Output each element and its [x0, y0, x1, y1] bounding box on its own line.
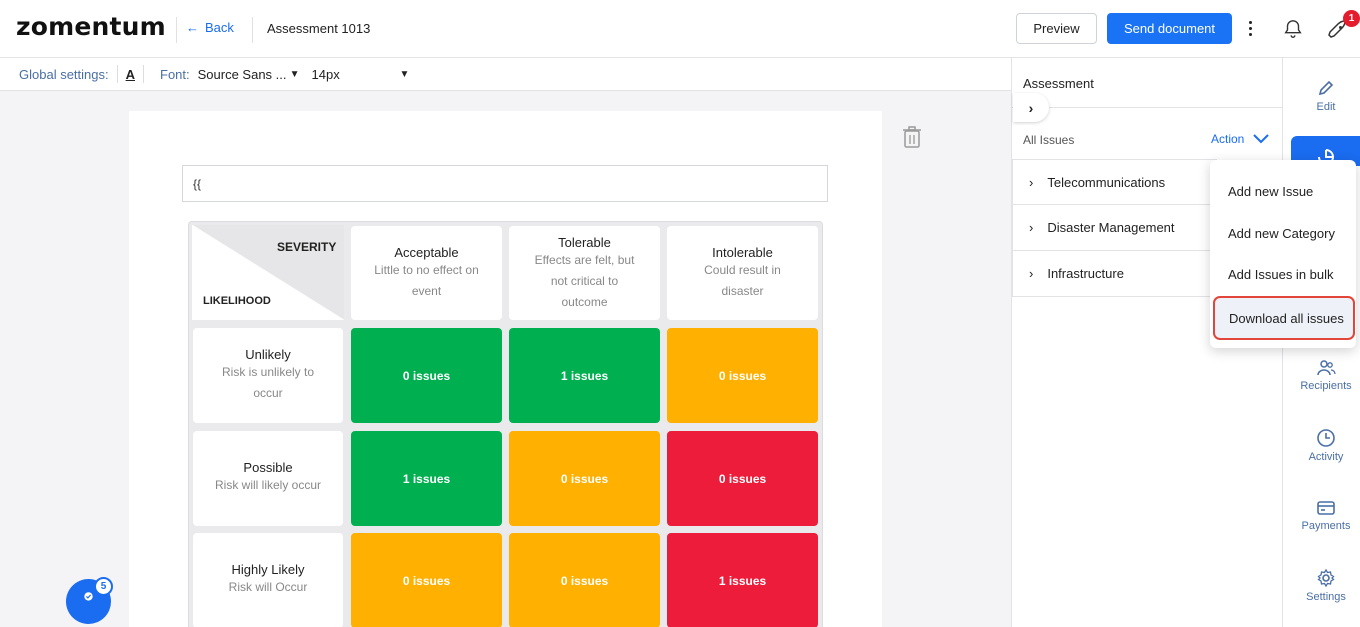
category-item[interactable]: › Infrastructure: [1012, 251, 1217, 297]
preview-button[interactable]: Preview: [1016, 13, 1097, 44]
action-dropdown[interactable]: Action: [1211, 132, 1270, 146]
chevron-down-icon[interactable]: ▼: [400, 69, 410, 80]
column-title: Tolerable: [558, 235, 611, 250]
font-family-select[interactable]: Source Sans ...: [198, 67, 290, 82]
nav-activity[interactable]: Activity: [1287, 428, 1360, 463]
send-document-button[interactable]: Send document: [1107, 13, 1232, 44]
chat-count-badge: 5: [94, 577, 113, 596]
matrix-cell[interactable]: 0 issues: [667, 328, 818, 423]
chevron-down-icon[interactable]: ▼: [290, 69, 300, 80]
menu-item-add-issue[interactable]: Add new Issue: [1228, 184, 1313, 199]
column-title: Intolerable: [712, 245, 773, 260]
bell-icon[interactable]: [1282, 18, 1304, 40]
template-text-input[interactable]: {{: [182, 165, 828, 202]
chevron-down-icon: [1253, 134, 1270, 144]
more-options-icon[interactable]: [1242, 17, 1258, 39]
back-button[interactable]: ← Back: [186, 20, 234, 35]
column-header-acceptable: Acceptable Little to no effect on event: [351, 226, 502, 320]
row-header-unlikely: Unlikely Risk is unlikely to occur: [193, 328, 343, 423]
category-list: › Telecommunications › Disaster Manageme…: [1012, 159, 1217, 297]
column-description: Effects are felt, but not critical to ou…: [534, 253, 635, 309]
nav-settings[interactable]: Settings: [1287, 568, 1360, 603]
row-title: Highly Likely: [231, 562, 305, 577]
document-title[interactable]: Assessment 1013: [267, 21, 370, 36]
category-label: Telecommunications: [1047, 174, 1166, 190]
chevron-right-icon: ›: [1028, 99, 1034, 116]
notification-badge: 1: [1343, 10, 1360, 27]
all-issues-label: All Issues: [1023, 133, 1075, 147]
matrix-cell[interactable]: 1 issues: [667, 533, 818, 627]
arrow-left-icon: ←: [186, 20, 199, 35]
font-label: Font:: [160, 66, 190, 82]
column-description: Could result in disaster: [704, 263, 781, 298]
likelihood-label: LIKELIHOOD: [203, 295, 271, 307]
pencil-icon: [1318, 80, 1334, 96]
gear-icon: [1317, 568, 1335, 588]
column-header-intolerable: Intolerable Could result in disaster: [667, 226, 818, 320]
global-settings-bar: Global settings: A Font: Source Sans ...…: [0, 58, 1011, 91]
row-description: Risk will likely occur: [214, 478, 321, 492]
nav-label: Payments: [1301, 520, 1351, 532]
category-label: Disaster Management: [1047, 220, 1175, 235]
severity-label: SEVERITY: [277, 240, 337, 254]
nav-recipients[interactable]: Recipients: [1287, 359, 1360, 392]
action-label: Action: [1211, 132, 1245, 146]
menu-item-add-issues-bulk[interactable]: Add Issues in bulk: [1228, 267, 1334, 282]
category-label: Infrastructure: [1047, 266, 1124, 281]
matrix-cell[interactable]: 0 issues: [351, 328, 502, 423]
nav-label: Settings: [1306, 591, 1346, 603]
row-title: Unlikely: [245, 347, 291, 362]
menu-item-download-all-issues[interactable]: Download all issues: [1213, 296, 1355, 340]
matrix-cell[interactable]: 1 issues: [351, 431, 502, 526]
credit-card-icon: [1317, 501, 1335, 515]
matrix-cell[interactable]: 0 issues: [351, 533, 502, 627]
category-item[interactable]: › Disaster Management: [1012, 205, 1217, 251]
nav-label: Recipients: [1300, 380, 1352, 392]
row-header-possible: Possible Risk will likely occur: [193, 431, 343, 526]
row-description: Risk is unlikely to occur: [221, 365, 315, 400]
matrix-cell[interactable]: 0 issues: [667, 431, 818, 526]
category-item[interactable]: › Telecommunications: [1012, 159, 1217, 205]
row-description: Risk will Occur: [228, 580, 308, 594]
column-description: Little to no effect on event: [374, 263, 479, 298]
font-size-select[interactable]: 14px: [312, 67, 400, 82]
global-settings-label: Global settings:: [19, 66, 109, 82]
back-label: Back: [205, 20, 234, 35]
clock-icon: [1317, 429, 1335, 447]
row-title: Possible: [243, 460, 293, 475]
matrix-cell[interactable]: 0 issues: [509, 533, 660, 627]
matrix-cell[interactable]: 1 issues: [509, 328, 660, 423]
panel-title: Assessment: [1023, 76, 1094, 91]
nav-edit[interactable]: Edit: [1287, 78, 1360, 113]
menu-item-add-category[interactable]: Add new Category: [1228, 226, 1335, 241]
nav-payments[interactable]: Payments: [1287, 499, 1360, 532]
chevron-right-icon: ›: [1029, 174, 1034, 190]
chevron-right-icon: ›: [1029, 266, 1034, 281]
column-title: Acceptable: [394, 245, 459, 260]
users-icon: [1317, 360, 1336, 376]
divider: [252, 17, 253, 43]
trash-icon[interactable]: [902, 125, 922, 149]
zomentum-logo[interactable]: zomentum: [16, 12, 166, 41]
text-color-icon[interactable]: A: [126, 67, 135, 82]
expand-panel-button[interactable]: ›: [1013, 93, 1049, 122]
nav-label: Edit: [1316, 101, 1336, 113]
row-header-highly-likely: Highly Likely Risk will Occur: [193, 533, 343, 627]
nav-label: Activity: [1308, 451, 1344, 463]
chevron-right-icon: ›: [1029, 220, 1034, 235]
column-header-tolerable: Tolerable Effects are felt, but not crit…: [509, 226, 660, 320]
divider: [176, 17, 177, 43]
matrix-cell[interactable]: 0 issues: [509, 431, 660, 526]
